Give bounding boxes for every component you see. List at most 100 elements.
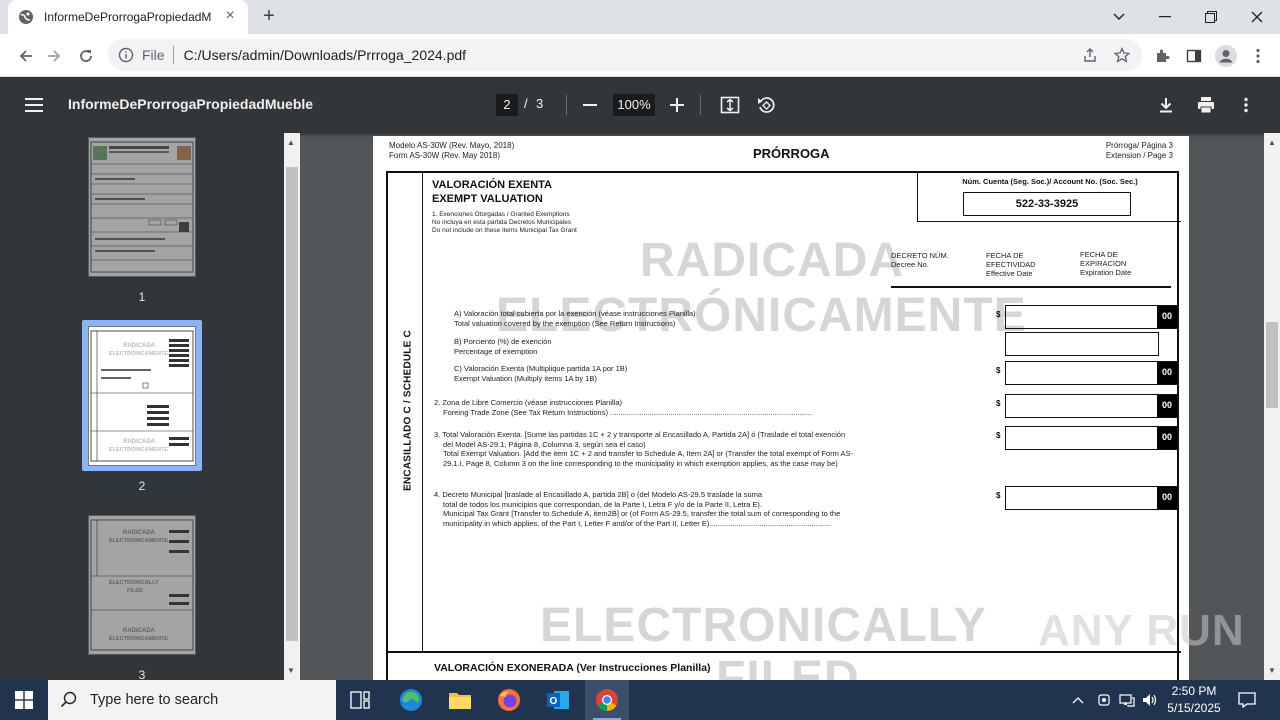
document-title: InformeDeProrrogaPropiedadMueble	[68, 96, 314, 112]
cents-label: 00	[1157, 306, 1177, 328]
cents-label: 00	[1157, 362, 1177, 384]
outlook-icon[interactable]: O	[536, 680, 580, 720]
windows-taskbar: Type here to search O 2:50 PM 5/15/2025	[0, 680, 1280, 720]
extensions-icon[interactable]	[1148, 42, 1176, 70]
form-title: PRÓRROGA	[753, 146, 830, 161]
item-line: 2. Zona de Libre Comercio (véase instruc…	[434, 398, 623, 407]
svg-text:O: O	[550, 696, 558, 707]
column-header-line: DECRETO NÚM.	[891, 251, 949, 260]
show-hidden-icons-chevron[interactable]	[1068, 680, 1088, 720]
thumbnail-page-2[interactable]: RADICADA ELECTRÓNICAMENTE RADICADA ELECT…	[88, 326, 196, 466]
page-number-input[interactable]: 2	[496, 94, 518, 116]
watermark-radicada: RADICADA	[640, 234, 904, 287]
thumb-watermark-electronically: ELECTRONICALLY	[109, 580, 159, 586]
task-view-icon[interactable]	[338, 680, 382, 720]
section-subtitle-line: No incluya en esta partida Decretos Muni…	[432, 219, 572, 226]
effective-date-header: FECHA DE EFECTIVIDAD Effective Date	[986, 251, 1036, 278]
item-line: Total Exempt Valuation. [Add the item 1C…	[443, 449, 853, 459]
tab-search-icon[interactable]	[1096, 0, 1142, 34]
item-4-amount-field[interactable]: 00	[1005, 486, 1178, 510]
thumb-watermark-radicada: RADICADA	[123, 439, 156, 445]
search-placeholder: Type here to search	[90, 692, 219, 708]
profile-avatar[interactable]	[1212, 42, 1240, 70]
item-2-amount-field[interactable]: 00	[1005, 394, 1178, 418]
tab-close-icon[interactable]: ×	[222, 8, 238, 25]
scroll-up-arrow-icon[interactable]: ▲	[287, 138, 295, 147]
close-window-button[interactable]	[1234, 0, 1280, 34]
column-header-line: Decree No.	[891, 260, 929, 269]
item-line: 3. Total Valoración Exenta. [Sume las pa…	[434, 430, 846, 439]
edge-browser-icon[interactable]	[389, 680, 433, 720]
item-line: Total valuation covered by the exemption…	[454, 318, 676, 328]
sidebar-scrollbar-thumb[interactable]	[286, 167, 298, 641]
watermark-electronically: ELECTRONICALLY	[540, 599, 987, 652]
item-4-label: 4. Decreto Municipal [traslade al Encasi…	[434, 490, 840, 528]
info-icon[interactable]	[118, 47, 134, 63]
dollar-sign: $	[996, 431, 1001, 440]
browser-toolbar: File C:/Users/admin/Downloads/Prrroga_20…	[0, 34, 1280, 77]
url-text[interactable]: C:/Users/admin/Downloads/Prrroga_2024.pd…	[184, 47, 466, 63]
item-1b-label: B) Porciento (%) de exención Percentage …	[454, 337, 552, 356]
item-1b-percent-field[interactable]	[1005, 332, 1159, 356]
thumbnail-page-3[interactable]: RADICADA ELECTRÓNICAMENTE ELECTRONICALLY…	[88, 515, 196, 655]
item-1a-amount-field[interactable]: 00	[1005, 305, 1178, 329]
taskbar-search-box[interactable]: Type here to search	[48, 680, 336, 720]
account-number-box: Núm. Cuenta (Seg. Soc.)/ Account No. (So…	[917, 171, 1181, 222]
zoom-out-button[interactable]	[578, 93, 602, 117]
browser-tab[interactable]: InformeDeProrrogaPropiedadM ×	[8, 0, 248, 34]
notifications-icon[interactable]	[1234, 680, 1260, 720]
firefox-icon[interactable]	[487, 680, 531, 720]
taskbar-clock[interactable]: 2:50 PM 5/15/2025	[1158, 683, 1230, 717]
item-1c-amount-field[interactable]: 00	[1005, 361, 1178, 385]
rotate-icon[interactable]	[754, 93, 778, 117]
account-number-label: Núm. Cuenta (Seg. Soc.)/ Account No. (So…	[962, 177, 1138, 186]
item-line: Percentage of exemption	[454, 346, 538, 356]
item-line: Municipal Tax Grant [Transfer to Schedul…	[443, 509, 841, 519]
thumbnail-page-1[interactable]	[88, 137, 196, 277]
cents-label: 00	[1157, 427, 1177, 449]
clock-date: 5/15/2025	[1167, 701, 1221, 715]
zoom-in-button[interactable]	[665, 93, 689, 117]
page-separator: /	[524, 96, 528, 111]
exonerated-valuation-title: VALORACIÓN EXONERADA (Ver Instrucciones …	[434, 662, 711, 674]
item-line: del Model AS-29.1, Página 8, Columna 3, …	[443, 439, 646, 449]
column-header-line: Effective Date	[986, 269, 1033, 278]
fit-page-icon[interactable]	[718, 93, 742, 117]
new-tab-button[interactable]: +	[258, 6, 280, 28]
file-explorer-icon[interactable]	[438, 680, 482, 720]
reload-button[interactable]	[72, 42, 100, 70]
volume-icon[interactable]	[1140, 680, 1160, 720]
address-bar[interactable]: File C:/Users/admin/Downloads/Prrroga_20…	[108, 39, 1142, 71]
scroll-down-arrow-icon[interactable]: ▼	[1268, 666, 1276, 675]
chrome-menu-icon[interactable]	[1244, 42, 1272, 70]
section-title: VALORACIÓN EXENTA EXEMPT VALUATION	[432, 178, 552, 206]
network-icon[interactable]	[1116, 680, 1138, 720]
page-indicator-header: Prórroga/ Página 3 Extension / Page 3	[1106, 141, 1173, 161]
item-3-label: 3. Total Valoración Exenta. [Sume las pa…	[434, 430, 853, 468]
column-header-line: EFECTIVIDAD	[986, 260, 1036, 269]
hamburger-menu-icon[interactable]	[22, 93, 46, 117]
start-button[interactable]	[0, 680, 48, 720]
zoom-level-input[interactable]: 100%	[613, 94, 655, 116]
back-button[interactable]	[12, 42, 40, 70]
search-icon	[60, 691, 77, 708]
chrome-taskbar-icon[interactable]	[585, 680, 629, 720]
print-icon[interactable]	[1194, 93, 1218, 117]
thumbnail-label: 2	[138, 479, 146, 493]
more-actions-icon[interactable]	[1234, 93, 1258, 117]
download-icon[interactable]	[1154, 93, 1178, 117]
share-icon[interactable]	[1076, 39, 1104, 71]
item-line: municipality in which applies, of the Pa…	[443, 518, 831, 528]
scroll-down-arrow-icon[interactable]: ▼	[287, 666, 295, 675]
item-3-amount-field[interactable]: 00	[1005, 426, 1178, 450]
meet-now-icon[interactable]	[1094, 680, 1114, 720]
bookmark-star-icon[interactable]	[1108, 39, 1136, 71]
document-scrollbar-thumb[interactable]	[1266, 322, 1278, 408]
minimize-button[interactable]	[1142, 0, 1188, 34]
thumb-watermark-electronicamente: ELECTRÓNICAMENTE	[109, 445, 168, 453]
side-panel-icon[interactable]	[1180, 42, 1208, 70]
restore-button[interactable]	[1188, 0, 1234, 34]
thumbnail-sidebar: 1 RADICADA ELECTRÓNICAMENTE RADICADA ELE…	[0, 133, 284, 680]
forward-button[interactable]	[40, 42, 68, 70]
scroll-up-arrow-icon[interactable]: ▲	[1268, 138, 1276, 147]
